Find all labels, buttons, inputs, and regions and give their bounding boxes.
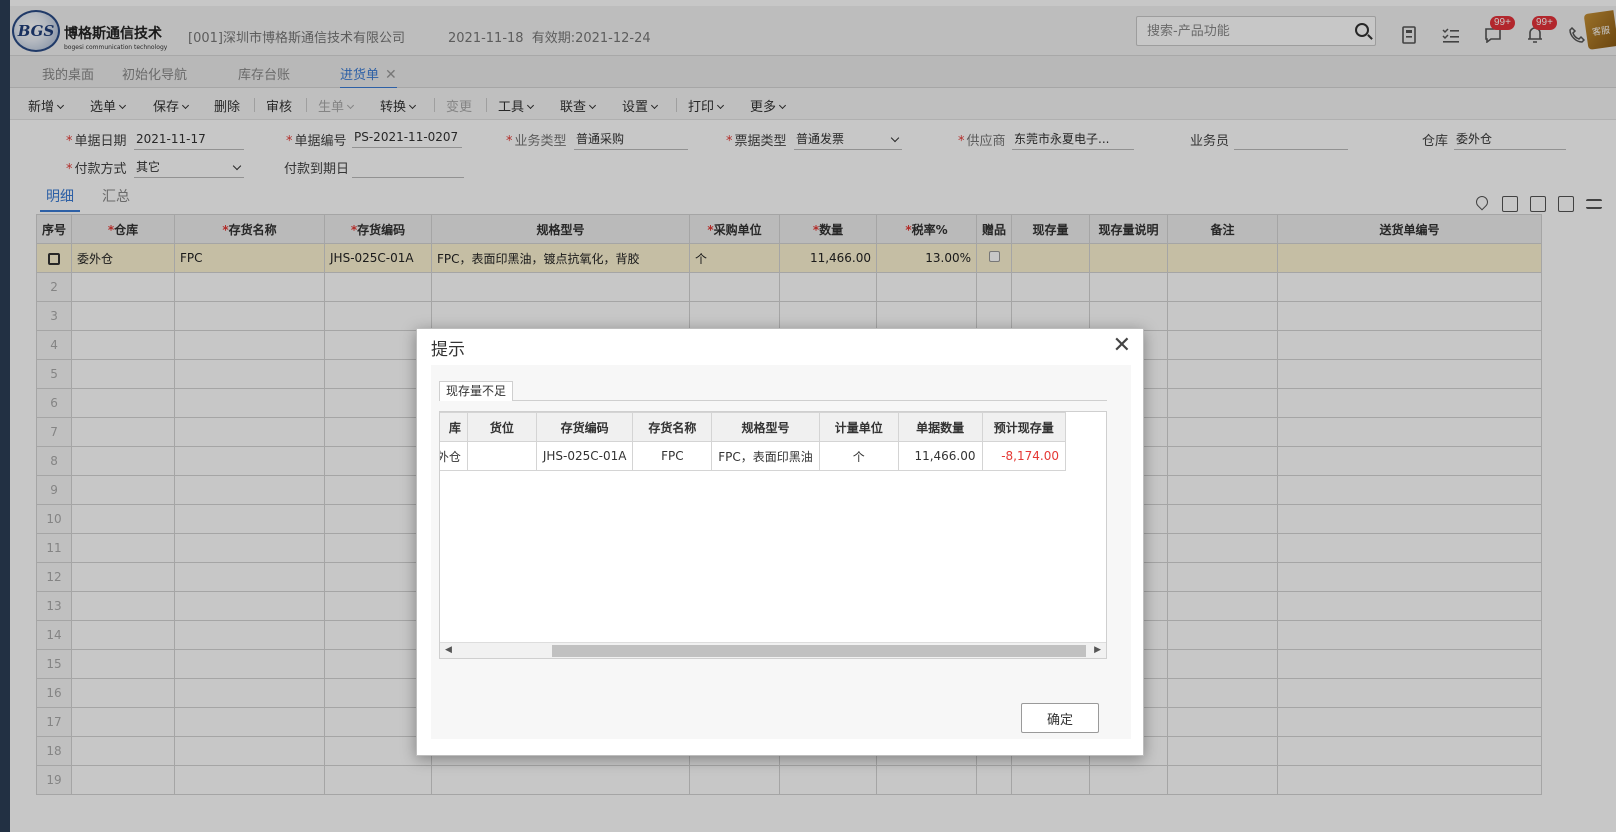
stock-table: 库货位存货编码存货名称规格型号计量单位单据数量预计现存量 委外仓 JHS-025… — [440, 412, 1067, 471]
cell-qty[interactable]: 11,466.00 — [897, 441, 983, 471]
cell-spec[interactable]: FPC，表面印黑油 — [711, 441, 820, 471]
ok-button[interactable]: 确定 — [1021, 703, 1099, 733]
column-header[interactable]: 存货编码 — [535, 412, 634, 442]
cell-warehouse[interactable]: 委外仓 — [440, 441, 468, 471]
cell-projected-stock[interactable]: -8,174.00 — [981, 441, 1067, 471]
dialog-title: 提示 — [431, 340, 465, 360]
dialog-header-row: 库货位 存货编码 存货名称 规格型号 计量单位 单据数量 预计现存量 — [440, 412, 1067, 442]
column-header[interactable]: 计量单位 — [818, 412, 899, 442]
cell-name[interactable]: FPC — [632, 441, 713, 471]
cell-code[interactable]: JHS-025C-01A — [535, 441, 634, 471]
cell-unit[interactable]: 个 — [818, 441, 899, 471]
prompt-dialog: 提示 ✕ 现存量不足 库货位 存货编码 存货名称 规格型号 计量单位 单据数量 预计现存量 … — [416, 328, 1144, 756]
column-header[interactable]: 规格型号 — [711, 412, 820, 442]
scroll-right-icon[interactable]: ▶ — [1094, 645, 1101, 655]
dialog-body: 现存量不足 库货位存货编码存货名称规格型号计量单位单据数量预计现存量 委外仓 J… — [431, 365, 1131, 739]
scroll-left-icon[interactable]: ◀ — [445, 645, 452, 655]
dialog-tabs: 现存量不足 — [439, 377, 1107, 401]
column-header[interactable]: 存货名称 — [632, 412, 713, 442]
horizontal-scrollbar[interactable]: ◀ ▶ — [440, 642, 1106, 658]
table-row[interactable]: 委外仓 JHS-025C-01A FPC FPC，表面印黑油 个 11,466.… — [440, 441, 1067, 471]
cell-location[interactable] — [466, 441, 537, 471]
column-header[interactable]: 库 — [440, 412, 468, 442]
close-icon[interactable]: ✕ — [1113, 333, 1131, 359]
column-header[interactable]: 货位 — [466, 412, 537, 442]
scrollbar-thumb[interactable] — [552, 645, 1086, 657]
tab-insufficient-stock[interactable]: 现存量不足 — [439, 381, 514, 401]
column-header[interactable]: 单据数量 — [897, 412, 983, 442]
stock-grid: 库货位存货编码存货名称规格型号计量单位单据数量预计现存量 委外仓 JHS-025… — [439, 411, 1107, 659]
column-header[interactable]: 预计现存量 — [981, 412, 1067, 442]
